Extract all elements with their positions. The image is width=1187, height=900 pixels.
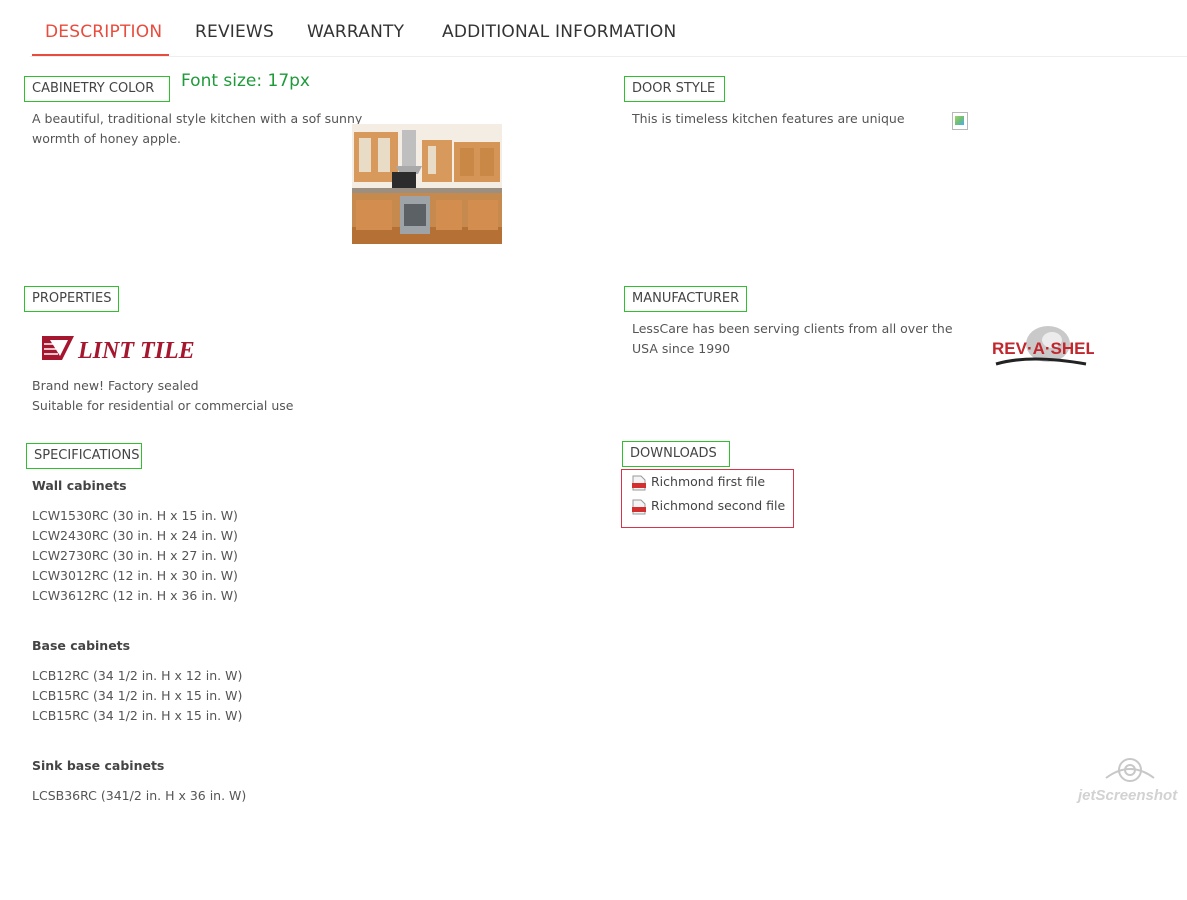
spec-item: LCB15RC (34 1/2 in. H x 15 in. W) (32, 708, 243, 723)
spec-item: LCW3612RC (12 in. H x 36 in. W) (32, 588, 238, 603)
tab-reviews[interactable]: REVIEWS (195, 22, 274, 42)
specifications-heading: SPECIFICATIONS (26, 443, 142, 469)
cabinetry-color-line-1: A beautiful, traditional style kitchen w… (32, 111, 363, 126)
door-style-text: This is timeless kitchen features are un… (632, 111, 905, 126)
manufacturer-line-2: USA since 1990 (632, 341, 731, 356)
download-label: Richmond second file (651, 498, 786, 513)
pdf-file-icon (632, 475, 646, 490)
spec-group-title-sink: Sink base cabinets (32, 758, 165, 773)
spec-item: LCW2430RC (30 in. H x 24 in. W) (32, 528, 238, 543)
kitchen-image (352, 124, 502, 244)
svg-text:LINT TILE: LINT TILE (77, 338, 195, 364)
spec-group-title-base: Base cabinets (32, 638, 131, 653)
active-tab-indicator (32, 54, 169, 56)
svg-text:jetScreenshot: jetScreenshot (1076, 787, 1178, 804)
tab-warranty[interactable]: WARRANTY (307, 22, 404, 42)
download-link-first-file[interactable]: Richmond first file (632, 474, 765, 491)
spec-group-title-wall: Wall cabinets (32, 478, 127, 493)
lint-tile-logo: LINT TILE (42, 336, 195, 364)
cabinetry-color-line-2: wormth of honey apple. (32, 131, 182, 146)
cabinetry-color-heading: CABINETRY COLOR (24, 76, 170, 102)
spec-item: LCW2730RC (30 in. H x 27 in. W) (32, 548, 238, 563)
jetscreenshot-watermark: jetScreenshot (1076, 758, 1178, 804)
properties-heading: PROPERTIES (24, 286, 119, 312)
door-style-heading: DOOR STYLE (624, 76, 725, 102)
properties-line-1: Brand new! Factory sealed (32, 378, 199, 393)
spec-item: LCB15RC (34 1/2 in. H x 15 in. W) (32, 688, 243, 703)
spec-item: LCW1530RC (30 in. H x 15 in. W) (32, 508, 238, 523)
pdf-file-icon (632, 499, 646, 514)
spec-item: LCW3012RC (12 in. H x 30 in. W) (32, 568, 238, 583)
tab-description[interactable]: DESCRIPTION (45, 22, 162, 42)
properties-line-2: Suitable for residential or commercial u… (32, 398, 294, 413)
download-link-second-file[interactable]: Richmond second file (632, 498, 785, 515)
font-size-annotation: Font size: 17px (181, 71, 310, 91)
svg-text:REV·A·SHELF: REV·A·SHELF (992, 339, 1094, 358)
manufacturer-line-1: LessCare has been serving clients from a… (632, 321, 953, 336)
downloads-list: Richmond first file Richmond second file (621, 469, 794, 528)
tab-additional-information[interactable]: ADDITIONAL INFORMATION (442, 22, 676, 42)
download-label: Richmond first file (651, 474, 766, 489)
product-tabs: DESCRIPTION REVIEWS WARRANTY ADDITIONAL … (30, 0, 1187, 57)
spec-item: LCB12RC (34 1/2 in. H x 12 in. W) (32, 668, 243, 683)
broken-image-icon (952, 112, 968, 130)
manufacturer-heading: MANUFACTURER (624, 286, 747, 312)
spec-item: LCSB36RC (341/2 in. H x 36 in. W) (32, 788, 247, 803)
downloads-heading: DOWNLOADS (622, 441, 730, 467)
rev-a-shelf-logo: REV·A·SHELF (992, 326, 1094, 366)
